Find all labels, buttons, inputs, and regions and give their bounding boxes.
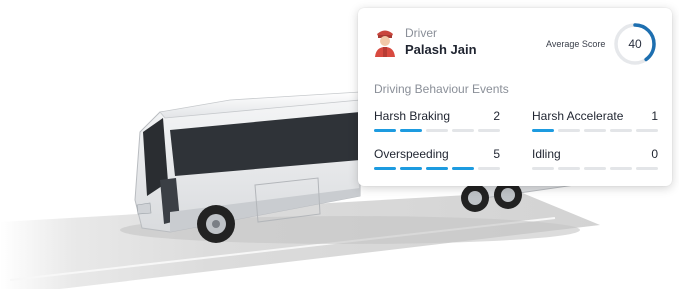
event-progress-bar bbox=[374, 129, 500, 132]
events-title: Driving Behaviour Events bbox=[374, 82, 509, 96]
event-label: Harsh Braking bbox=[374, 109, 451, 123]
bar-segment-inactive bbox=[452, 129, 474, 132]
event-harsh-braking: Harsh Braking 2 bbox=[374, 109, 500, 139]
event-label: Harsh Accelerate bbox=[532, 109, 624, 123]
event-progress-bar bbox=[532, 129, 658, 132]
event-harsh-accelerate: Harsh Accelerate 1 bbox=[532, 109, 658, 139]
bar-segment-inactive bbox=[532, 167, 554, 170]
bar-segment-active bbox=[374, 167, 396, 170]
driver-avatar-icon bbox=[375, 30, 395, 57]
driver-name: Palash Jain bbox=[405, 42, 477, 57]
event-count: 2 bbox=[493, 109, 500, 123]
bar-segment-inactive bbox=[584, 167, 606, 170]
event-count: 5 bbox=[493, 147, 500, 161]
event-label: Overspeeding bbox=[374, 147, 449, 161]
rear-wheel-1 bbox=[461, 184, 489, 212]
bar-segment-active bbox=[532, 129, 554, 132]
bar-segment-inactive bbox=[636, 129, 658, 132]
driver-label: Driver bbox=[405, 26, 437, 40]
bar-segment-active bbox=[452, 167, 474, 170]
bar-segment-active bbox=[400, 167, 422, 170]
bar-segment-inactive bbox=[426, 129, 448, 132]
bar-segment-inactive bbox=[636, 167, 658, 170]
bar-segment-active bbox=[374, 129, 396, 132]
event-count: 0 bbox=[651, 147, 658, 161]
event-label: Idling bbox=[532, 147, 561, 161]
bar-segment-inactive bbox=[558, 167, 580, 170]
event-idling: Idling 0 bbox=[532, 147, 658, 177]
bar-segment-inactive bbox=[610, 167, 632, 170]
average-score-label: Average Score bbox=[546, 39, 606, 49]
event-progress-bar bbox=[374, 167, 500, 170]
bar-segment-inactive bbox=[610, 129, 632, 132]
bar-segment-inactive bbox=[558, 129, 580, 132]
bar-segment-inactive bbox=[478, 129, 500, 132]
front-wheel bbox=[197, 205, 235, 243]
bar-segment-active bbox=[426, 167, 448, 170]
driver-score-card: Driver Palash Jain Average Score 40 Driv… bbox=[358, 8, 672, 186]
event-count: 1 bbox=[651, 109, 658, 123]
event-progress-bar bbox=[532, 167, 658, 170]
bar-segment-active bbox=[400, 129, 422, 132]
bar-segment-inactive bbox=[478, 167, 500, 170]
bar-segment-inactive bbox=[584, 129, 606, 132]
average-score-value: 40 bbox=[628, 37, 642, 51]
event-overspeeding: Overspeeding 5 bbox=[374, 147, 500, 177]
